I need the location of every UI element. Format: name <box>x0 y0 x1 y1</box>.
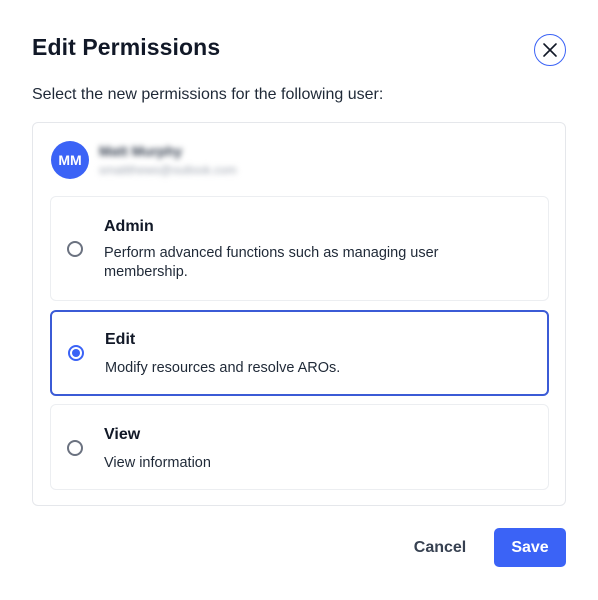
option-title: Edit <box>105 331 136 348</box>
option-description: Modify resources and resolve AROs. <box>105 360 341 376</box>
cancel-button[interactable]: Cancel <box>396 528 484 567</box>
option-description: View information <box>104 455 211 471</box>
permission-option-admin[interactable]: Admin Perform advanced functions such as… <box>50 196 549 301</box>
option-title: View <box>104 426 141 443</box>
save-button[interactable]: Save <box>494 528 566 567</box>
user-name: Matt Murphy <box>99 143 183 159</box>
radio-view[interactable] <box>67 440 83 456</box>
dialog-title: Edit Permissions <box>32 34 221 60</box>
avatar: MM <box>51 141 89 179</box>
permission-option-edit[interactable]: Edit Modify resources and resolve AROs. <box>50 310 549 396</box>
user-email: smattthews@outlook.com <box>99 163 237 177</box>
radio-edit[interactable] <box>68 345 84 361</box>
permissions-card: MM Matt Murphy smattthews@outlook.com Ad… <box>32 122 566 506</box>
edit-permissions-dialog: Edit Permissions Select the new permissi… <box>0 0 598 600</box>
option-description: Perform advanced functions such as manag… <box>104 245 439 280</box>
permission-option-view[interactable]: View View information <box>50 404 549 490</box>
dialog-subtitle: Select the new permissions for the follo… <box>32 86 384 103</box>
close-button[interactable] <box>534 34 566 66</box>
close-icon <box>543 43 557 57</box>
radio-admin[interactable] <box>67 241 83 257</box>
user-info: MM Matt Murphy smattthews@outlook.com <box>51 141 551 179</box>
option-title: Admin <box>104 218 154 235</box>
